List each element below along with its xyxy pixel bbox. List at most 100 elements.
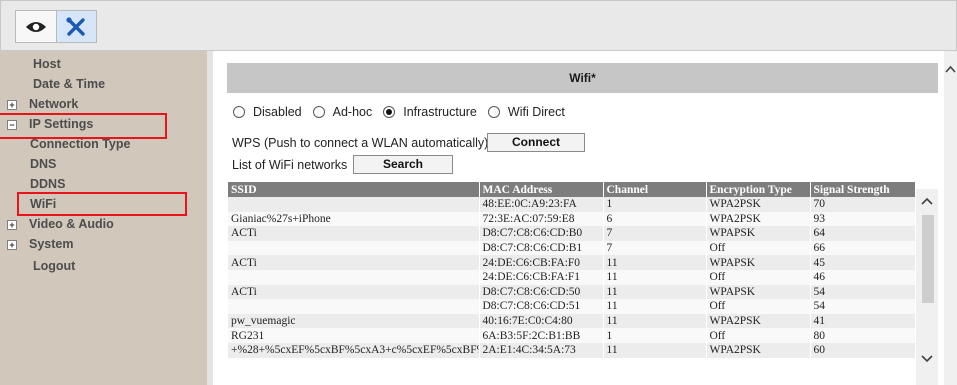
- cell-mac: D8:C7:C8:C6:CD:50: [479, 284, 604, 300]
- cell-encryption: Off: [706, 240, 811, 256]
- table-row[interactable]: D8:C7:C8:C6:CD:B1 7 Off 66: [228, 240, 916, 256]
- radio-disabled[interactable]: [233, 106, 245, 118]
- cell-ssid: [228, 240, 480, 256]
- sidebar-item-dns[interactable]: DNS: [30, 155, 56, 173]
- sidebar-item-system[interactable]: System: [29, 235, 73, 253]
- table-row[interactable]: 48:EE:0C:A9:23:FA 1 WPA2PSK 70: [228, 197, 916, 212]
- column-header-signal: Signal Strength: [810, 182, 916, 197]
- cell-signal: 54: [810, 284, 916, 300]
- cell-mac: 24:DE:C6:CB:FA:F0: [479, 255, 604, 270]
- table-row[interactable]: D8:C7:C8:C6:CD:51 11 Off 54: [228, 299, 916, 314]
- scrollbar-thumb[interactable]: [922, 215, 934, 303]
- cell-ssid: ACTi: [228, 226, 480, 241]
- table-row[interactable]: 24:DE:C6:CB:FA:F1 11 Off 46: [228, 269, 916, 285]
- cell-mac: D8:C7:C8:C6:CD:51: [479, 299, 604, 314]
- cell-encryption: WPA2PSK: [706, 197, 811, 212]
- cell-encryption: WPAPSK: [706, 284, 811, 300]
- page-scrollbar[interactable]: [944, 51, 957, 385]
- sidebar-item-network[interactable]: Network: [29, 95, 78, 113]
- table-row[interactable]: RG231 6A:B3:5F:2C:B1:BB 1 Off 80: [228, 328, 916, 343]
- eye-icon: [25, 21, 46, 32]
- cell-channel: 6: [603, 211, 707, 227]
- cell-ssid: pw_vuemagic: [228, 313, 480, 329]
- table-row[interactable]: ACTi D8:C7:C8:C6:CD:50 11 WPAPSK 54: [228, 284, 916, 300]
- cell-ssid: Gianiac%27s+iPhone: [228, 211, 480, 227]
- wifi-settings-panel: Wifi* Disabled Ad-hoc Infrastructure Wif…: [213, 51, 944, 385]
- cell-encryption: WPAPSK: [706, 226, 811, 241]
- toolbar: [0, 0, 957, 51]
- column-header-ssid: SSID: [228, 182, 480, 197]
- wrench-screwdriver-icon: [66, 16, 85, 36]
- cell-signal: 66: [810, 240, 916, 256]
- radio-wifi-direct[interactable]: [487, 106, 500, 118]
- table-row[interactable]: Gianiac%27s+iPhone 72:3E:AC:07:59:E8 6 W…: [228, 211, 916, 227]
- wps-label: WPS (Push to connect a WLAN automaticall…: [232, 136, 489, 150]
- cell-mac: 2A:E1:4C:34:5A:73: [479, 342, 604, 358]
- cell-mac: D8:C7:C8:C6:CD:B0: [479, 226, 604, 241]
- wifi-mode-group: Disabled Ad-hoc Infrastructure Wifi Dire…: [233, 103, 576, 121]
- cell-signal: 60: [810, 342, 916, 358]
- expand-icon[interactable]: +: [7, 100, 17, 110]
- table-header-row: SSID MAC Address Channel Encryption Type…: [228, 182, 916, 197]
- cell-ssid: [228, 197, 480, 212]
- radio-label: Infrastructure: [403, 105, 477, 119]
- column-header-mac: MAC Address: [479, 182, 604, 197]
- radio-label: Disabled: [253, 105, 302, 119]
- cell-encryption: WPAPSK: [706, 255, 811, 270]
- sidebar-item-ddns[interactable]: DDNS: [30, 175, 65, 193]
- cell-mac: 40:16:7E:C0:C4:80: [479, 313, 604, 329]
- cell-signal: 54: [810, 299, 916, 314]
- cell-ssid: [228, 299, 480, 314]
- cell-ssid: [228, 269, 480, 285]
- chevron-up-icon[interactable]: [921, 195, 933, 207]
- cell-channel: 11: [603, 342, 707, 358]
- settings-button[interactable]: [55, 11, 96, 42]
- toolbar-button-group: [15, 10, 97, 43]
- cell-encryption: WPA2PSK: [706, 342, 811, 358]
- sidebar-item-host[interactable]: Host: [33, 55, 61, 73]
- sidebar-item-video-audio[interactable]: Video & Audio: [29, 215, 114, 233]
- cell-mac: 6A:B3:5F:2C:B1:BB: [479, 328, 604, 343]
- cell-channel: 7: [603, 240, 707, 256]
- cell-signal: 64: [810, 226, 916, 241]
- cell-encryption: Off: [706, 328, 811, 343]
- cell-mac: 48:EE:0C:A9:23:FA: [479, 197, 604, 212]
- wifi-list-label: List of WiFi networks: [232, 158, 348, 172]
- cell-mac: 24:DE:C6:CB:FA:F1: [479, 269, 604, 285]
- table-row[interactable]: ACTi D8:C7:C8:C6:CD:B0 7 WPAPSK 64: [228, 226, 916, 241]
- cell-signal: 46: [810, 269, 916, 285]
- cell-signal: 70: [810, 197, 916, 212]
- cell-encryption: Off: [706, 299, 811, 314]
- view-button[interactable]: [16, 11, 56, 42]
- wifi-networks-table: SSID MAC Address Channel Encryption Type…: [228, 182, 916, 358]
- chevron-up-icon[interactable]: [945, 65, 956, 75]
- cell-channel: 11: [603, 255, 707, 270]
- sidebar-item-date-time[interactable]: Date & Time: [33, 75, 105, 93]
- search-button[interactable]: Search: [353, 155, 453, 174]
- connect-button[interactable]: Connect: [487, 133, 585, 152]
- sidebar-item-logout[interactable]: Logout: [33, 257, 75, 275]
- chevron-down-icon[interactable]: [921, 353, 933, 365]
- cell-channel: 11: [603, 269, 707, 285]
- sidebar: Host Date & Time + Network − IP Settings…: [0, 51, 207, 385]
- column-header-encryption: Encryption Type: [706, 182, 811, 197]
- expand-icon[interactable]: +: [7, 240, 17, 250]
- cell-encryption: WPA2PSK: [706, 313, 811, 329]
- radio-label: Ad-hoc: [332, 105, 373, 119]
- cell-signal: 80: [810, 328, 916, 343]
- table-row[interactable]: pw_vuemagic 40:16:7E:C0:C4:80 11 WPA2PSK…: [228, 313, 916, 329]
- cell-mac: 72:3E:AC:07:59:E8: [479, 211, 604, 227]
- cell-ssid: ACTi: [228, 255, 480, 270]
- radio-ad-hoc[interactable]: [312, 106, 325, 118]
- table-row[interactable]: ACTi 24:DE:C6:CB:FA:F0 11 WPAPSK 45: [228, 255, 916, 270]
- table-scrollbar[interactable]: [916, 189, 938, 385]
- cell-ssid: ACTi: [228, 284, 480, 300]
- cell-signal: 45: [810, 255, 916, 270]
- cell-mac: D8:C7:C8:C6:CD:B1: [479, 240, 604, 256]
- table-row[interactable]: +%28+%5cxEF%5cxBF%5cxA3+c%5cxEF%5cxBF% 2…: [228, 342, 916, 358]
- cell-encryption: Off: [706, 269, 811, 285]
- radio-infrastructure[interactable]: [383, 106, 396, 118]
- cell-encryption: WPA2PSK: [706, 211, 811, 227]
- cell-channel: 11: [603, 313, 707, 329]
- expand-icon[interactable]: +: [7, 220, 17, 230]
